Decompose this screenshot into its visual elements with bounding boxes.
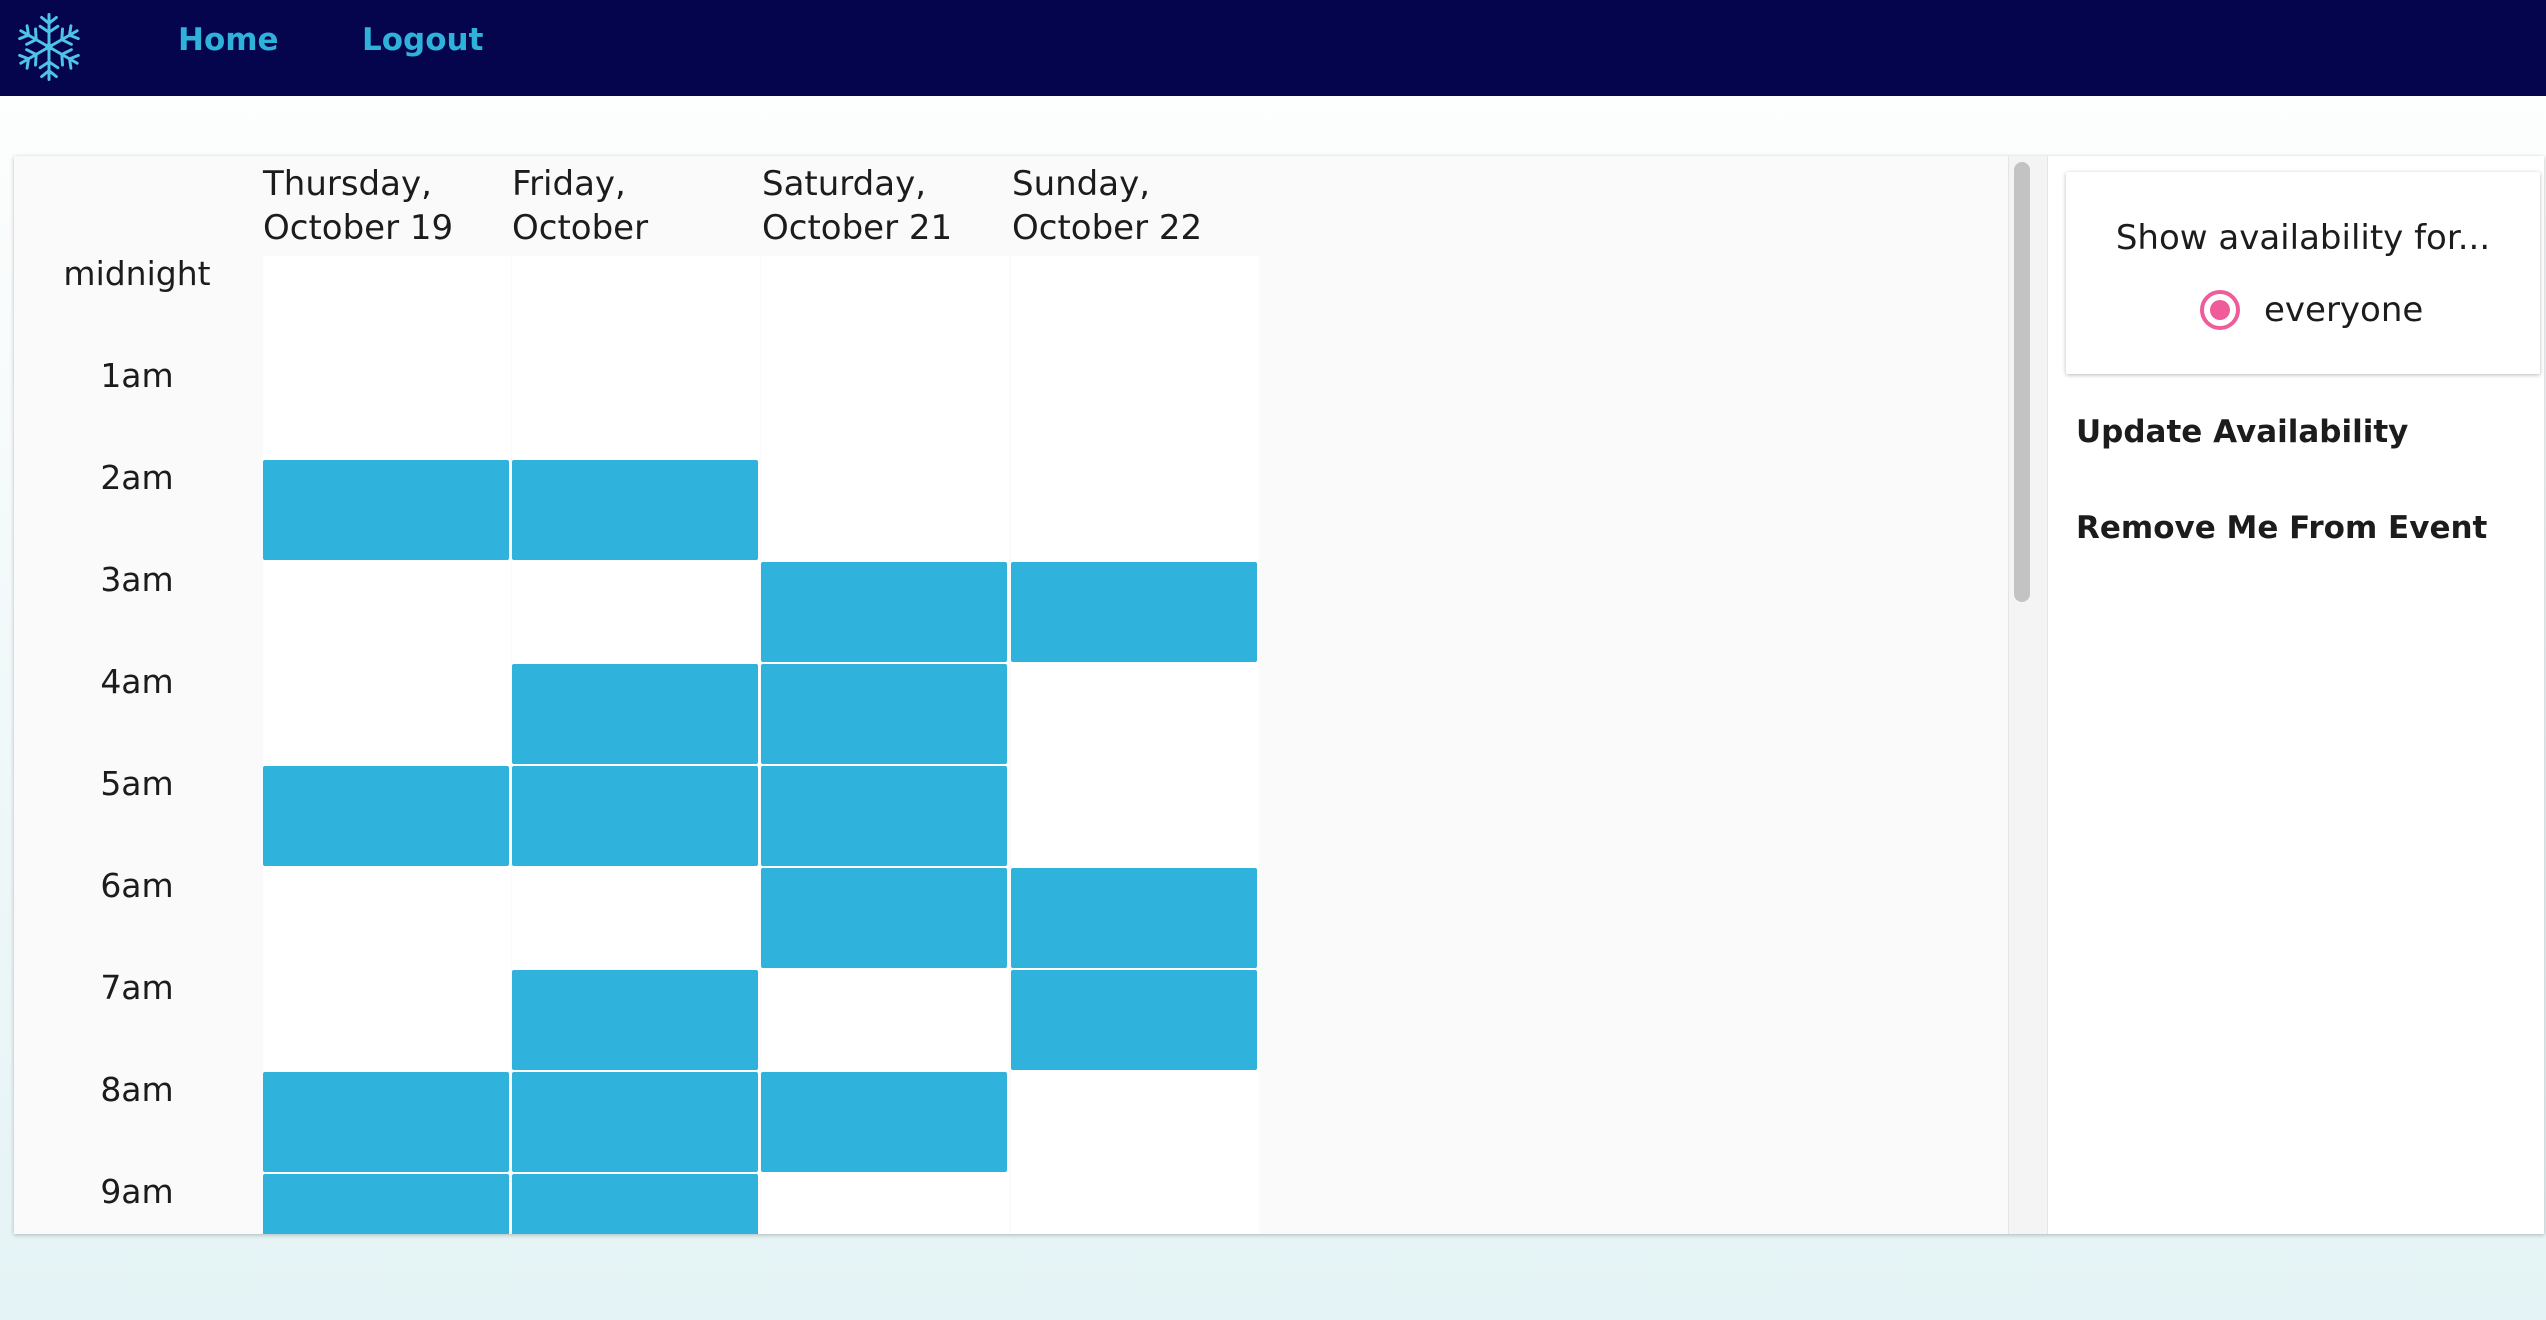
remove-me-button[interactable]: Remove Me From Event	[2076, 510, 2487, 546]
scrollbar-thumb[interactable]	[2014, 162, 2030, 602]
day-header-line: October 22	[1012, 208, 1203, 248]
available-slot[interactable]	[263, 766, 509, 866]
available-slot[interactable]	[512, 1174, 758, 1234]
day-column	[761, 256, 1009, 1234]
home-link[interactable]: Home	[178, 22, 279, 58]
logout-link[interactable]: Logout	[362, 22, 483, 58]
available-slot[interactable]	[263, 1072, 509, 1172]
time-label: 6am	[100, 866, 174, 905]
time-label: 1am	[100, 356, 174, 395]
time-label: 2am	[100, 458, 174, 497]
day-header-line: Sunday,	[1012, 164, 1151, 204]
time-label: 3am	[100, 560, 174, 599]
time-label: 9am	[100, 1172, 174, 1211]
day-header: Sunday, October 22	[1012, 162, 1262, 250]
available-slot[interactable]	[512, 1072, 758, 1172]
time-label: 7am	[100, 968, 174, 1007]
day-header-line: October 21	[762, 208, 953, 248]
available-slot[interactable]	[761, 1072, 1007, 1172]
available-slot[interactable]	[512, 664, 758, 764]
top-navbar: Home Logout	[0, 0, 2546, 96]
update-availability-button[interactable]: Update Availability	[2076, 414, 2408, 450]
day-column	[263, 256, 511, 1234]
radio-dot	[2210, 300, 2230, 320]
event-card: Thursday, October 19 Friday, October 20 …	[14, 156, 2544, 1234]
available-slot[interactable]	[761, 766, 1007, 866]
radio-everyone[interactable]: everyone	[2200, 290, 2423, 330]
availability-calendar: Thursday, October 19 Friday, October 20 …	[14, 156, 2008, 1234]
available-slot[interactable]	[1011, 970, 1257, 1070]
time-label: 8am	[100, 1070, 174, 1109]
available-slot[interactable]	[263, 1174, 509, 1234]
available-slot[interactable]	[263, 460, 509, 560]
available-slot[interactable]	[1011, 562, 1257, 662]
right-panel: Show availability for... everyone Update…	[2048, 156, 2544, 1234]
available-slot[interactable]	[761, 868, 1007, 968]
available-slot[interactable]	[512, 460, 758, 560]
time-label: midnight	[63, 254, 211, 293]
available-slot[interactable]	[761, 562, 1007, 662]
snowflake-icon[interactable]	[12, 9, 86, 85]
day-header-line: Friday, October	[512, 164, 649, 248]
available-slot[interactable]	[1011, 868, 1257, 968]
time-label: 5am	[100, 764, 174, 803]
radio-selected-icon[interactable]	[2200, 290, 2240, 330]
availability-grid	[263, 256, 1263, 1234]
day-header-line: Thursday,	[263, 164, 432, 204]
available-slot[interactable]	[761, 664, 1007, 764]
day-header-line: October 19	[263, 208, 454, 248]
day-header-line: Saturday,	[762, 164, 927, 204]
available-slot[interactable]	[512, 766, 758, 866]
available-slot[interactable]	[512, 970, 758, 1070]
day-column	[512, 256, 760, 1234]
show-availability-title: Show availability for...	[2115, 218, 2491, 258]
time-label: 4am	[100, 662, 174, 701]
day-header: Saturday, October 21	[762, 162, 1012, 250]
day-column	[1011, 256, 1259, 1234]
radio-label: everyone	[2264, 290, 2424, 330]
show-availability-box: Show availability for... everyone	[2066, 172, 2540, 374]
day-header: Thursday, October 19	[263, 162, 513, 250]
